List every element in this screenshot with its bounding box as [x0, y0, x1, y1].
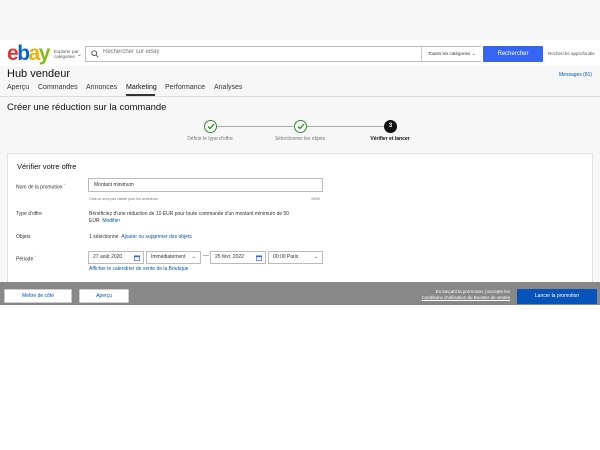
- offer-type-description: Bénéficiez d'une réduction de 10 EUR pou…: [89, 211, 304, 224]
- required-mark: *: [34, 254, 37, 259]
- promo-name-label-text: Nom de la promotion: [16, 184, 63, 191]
- end-date-value: 25 févr. 2022: [215, 254, 244, 260]
- search-icon: [91, 50, 99, 58]
- step-label-3: Vérifier et lancer: [370, 136, 410, 142]
- start-date-value: 27 août 2020: [93, 254, 123, 260]
- end-time-value: 00:00 Paris: [273, 254, 299, 260]
- page-title: Hub vendeur: [7, 68, 70, 80]
- period-label-text: Période: [16, 256, 34, 263]
- terms-prefix: En lançant la promotion, j'accepte les: [435, 289, 510, 294]
- nav-item-marketing[interactable]: Marketing: [126, 84, 157, 91]
- card-title: Vérifier votre offre: [17, 162, 77, 171]
- calendar-icon: [256, 254, 262, 261]
- logo-letter-e: e: [7, 42, 19, 65]
- logo-letter-y: y: [38, 42, 51, 65]
- step-label-1: Définir le type d'offre: [187, 136, 233, 142]
- save-draft-button[interactable]: Mettre de côté: [4, 289, 72, 303]
- offer-type-label: Type d'offre: [16, 211, 42, 217]
- char-counter: 15/90: [311, 197, 320, 201]
- check-icon: [297, 123, 304, 130]
- advanced-search-link[interactable]: Recherche approfondie: [548, 51, 595, 56]
- nav-divider: [0, 96, 600, 97]
- category-select-label: Toutes les catégories: [428, 51, 471, 56]
- stepper-connector: [217, 126, 293, 127]
- logo-letter-b: b: [17, 42, 30, 65]
- calendar-icon: [134, 254, 140, 261]
- nav-item-performance[interactable]: Performance: [165, 84, 205, 91]
- step-2-complete-icon: [294, 120, 307, 133]
- terms-notice: En lançant la promotion, j'accepte les C…: [395, 289, 510, 300]
- launch-promotion-button[interactable]: Lancer la promotion: [517, 289, 597, 304]
- chevron-down-icon: ⌄: [191, 254, 196, 260]
- step-1-complete-icon: [204, 120, 217, 133]
- step-3-current-badge: 3: [384, 120, 397, 133]
- promo-name-input[interactable]: [88, 178, 323, 192]
- logo-letter-a: a: [28, 42, 41, 65]
- promo-name-label: Nom de la promotion *: [16, 182, 65, 191]
- terms-link[interactable]: Conditions d'utilisation du Booster de v…: [422, 295, 510, 300]
- chevron-down-icon[interactable]: ⌄: [77, 51, 82, 58]
- sales-calendar-link[interactable]: Afficher le calendrier de vente de la Bo…: [89, 266, 188, 272]
- nav-item-annonces[interactable]: Annonces: [86, 84, 117, 91]
- end-time-select[interactable]: 00:00 Paris ⌄: [268, 251, 323, 264]
- category-select[interactable]: Toutes les catégories ⌄: [421, 47, 481, 61]
- end-date-input[interactable]: 25 févr. 2022: [210, 251, 266, 264]
- period-label: Période *: [16, 254, 36, 263]
- required-mark: *: [63, 182, 66, 187]
- stepper-connector: [307, 126, 384, 127]
- chevron-down-icon: ⌄: [471, 51, 476, 57]
- search-input[interactable]: [103, 49, 403, 55]
- preview-button[interactable]: Aperçu: [79, 289, 129, 303]
- ebay-logo[interactable]: ebay: [7, 42, 51, 65]
- chevron-down-icon: ⌄: [313, 254, 318, 260]
- promo-name-hint: Cela ne sera pas visible pour les achete…: [89, 197, 158, 201]
- objects-count: 1 sélectionné: [89, 234, 119, 240]
- nav-item-analyses[interactable]: Analyses: [214, 84, 242, 91]
- search-button[interactable]: Rechercher: [483, 46, 543, 62]
- objects-label: Objets: [16, 234, 31, 240]
- page-heading: Créer une réduction sur la commande: [7, 102, 167, 113]
- nav-item-apercu[interactable]: Aperçu: [7, 84, 29, 91]
- edit-objects-link[interactable]: Ajouter ou supprimer des objets: [121, 234, 192, 240]
- objects-summary: 1 sélectionné Ajouter ou supprimer des o…: [89, 234, 192, 240]
- start-time-select[interactable]: Immédiatement ⌄: [146, 251, 201, 264]
- start-date-input[interactable]: 27 août 2020: [88, 251, 144, 264]
- period-separator: —: [203, 253, 209, 259]
- check-icon: [207, 123, 214, 130]
- step-label-2: Sélectionner les objets: [274, 136, 326, 142]
- modify-offer-link[interactable]: Modifier: [102, 218, 120, 224]
- messages-link[interactable]: Messages (81): [559, 72, 592, 78]
- start-mode-value: Immédiatement: [151, 254, 186, 260]
- nav-item-commandes[interactable]: Commandes: [38, 84, 78, 91]
